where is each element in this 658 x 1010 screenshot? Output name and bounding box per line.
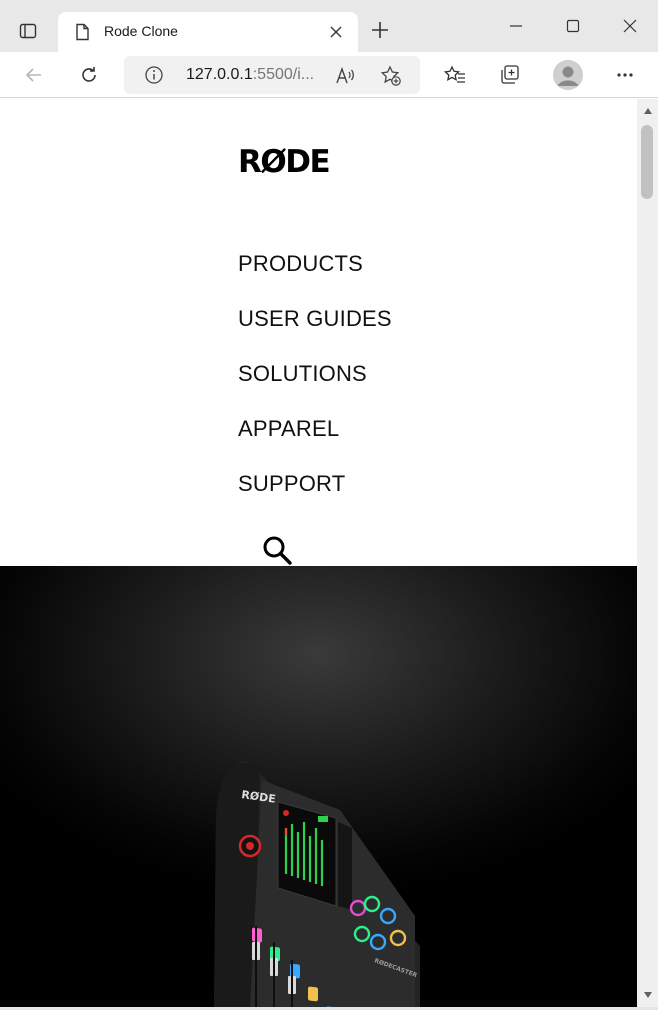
minimize-icon[interactable]	[496, 10, 536, 42]
page-scrollbar[interactable]	[637, 99, 658, 1007]
nav-item-products[interactable]: PRODUCTS	[238, 249, 392, 304]
refresh-icon[interactable]	[73, 59, 105, 91]
tab-title: Rode Clone	[104, 23, 178, 39]
page-viewport: RØDE PRODUCTS USER GUIDES SOLUTIONS APPA…	[0, 99, 637, 1007]
address-path: :5500/i...	[252, 66, 315, 83]
address-host: 127.0.0.1	[186, 66, 253, 83]
rodecaster-device-image: RØDE RØDECASTER	[214, 761, 420, 1007]
maximize-icon[interactable]	[553, 10, 593, 42]
hero-banner: RØDE RØDECASTER	[0, 566, 637, 1007]
nav-item-apparel[interactable]: APPAREL	[238, 414, 392, 469]
read-aloud-icon[interactable]	[334, 65, 356, 87]
scroll-up-icon[interactable]	[643, 107, 653, 115]
nav-item-solutions[interactable]: SOLUTIONS	[238, 359, 392, 414]
nav-item-user-guides[interactable]: USER GUIDES	[238, 304, 392, 359]
address-bar[interactable]: 127.0.0.1:5500/i...	[124, 56, 420, 94]
close-icon[interactable]	[326, 22, 346, 42]
window-close-icon[interactable]	[610, 10, 650, 42]
page-icon	[72, 22, 92, 42]
tab-strip: Rode Clone	[0, 0, 658, 52]
rode-logo-mark: RØDE	[238, 144, 331, 180]
avatar-icon[interactable]	[553, 60, 583, 90]
collections-icon[interactable]	[494, 59, 526, 91]
nav-item-label: APPAREL	[238, 416, 340, 441]
scrollbar-thumb[interactable]	[641, 125, 653, 199]
scroll-down-icon[interactable]	[643, 991, 653, 999]
favorites-icon[interactable]	[439, 59, 471, 91]
main-nav: PRODUCTS USER GUIDES SOLUTIONS APPAREL S…	[238, 249, 392, 524]
more-icon[interactable]	[609, 59, 641, 91]
browser-window: Rode Clone 127.0.0.1:5500/i... RØDE PROD…	[0, 0, 658, 1010]
back-arrow-icon[interactable]	[18, 59, 50, 91]
rode-logo[interactable]: RØDE	[238, 144, 340, 180]
nav-item-label: SUPPORT	[238, 471, 346, 496]
rode-logo-text: RØDE	[238, 145, 329, 175]
add-favorite-icon[interactable]	[380, 65, 402, 87]
plus-icon[interactable]	[366, 16, 394, 44]
info-icon[interactable]	[144, 65, 164, 85]
nav-item-support[interactable]: SUPPORT	[238, 469, 392, 524]
nav-item-label: SOLUTIONS	[238, 361, 367, 386]
nav-item-label: USER GUIDES	[238, 306, 392, 331]
browser-tab[interactable]: Rode Clone	[58, 12, 358, 52]
address-text[interactable]: 127.0.0.1:5500/i...	[186, 66, 314, 84]
search-icon[interactable]	[260, 533, 294, 567]
nav-item-label: PRODUCTS	[238, 251, 364, 276]
tab-actions-icon[interactable]	[10, 15, 46, 47]
